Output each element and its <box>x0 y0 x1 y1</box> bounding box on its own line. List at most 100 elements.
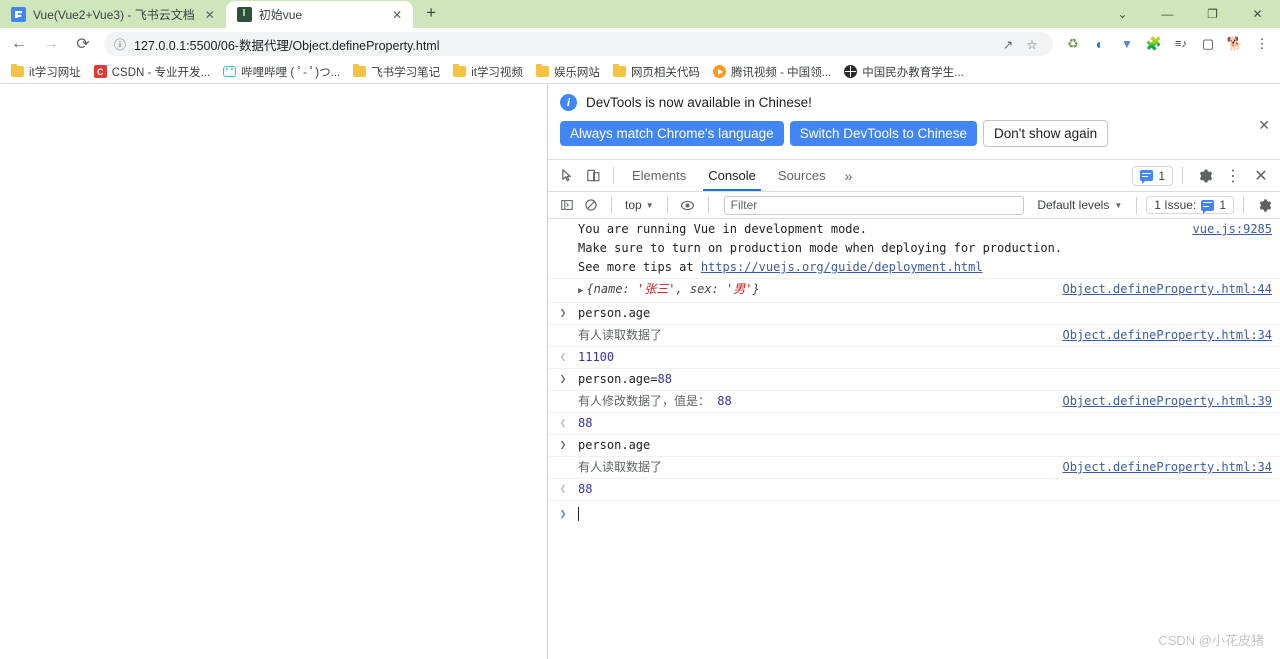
issues-count: 1 <box>1219 198 1226 212</box>
minimize-button[interactable]: — <box>1145 0 1190 28</box>
window-controls: ⌄ — ❐ ✕ <box>1100 0 1280 28</box>
tab-sources[interactable]: Sources <box>767 160 837 191</box>
execution-context-value: top <box>625 198 642 212</box>
reload-icon[interactable]: ⟳ <box>68 29 98 59</box>
close-window-button[interactable]: ✕ <box>1235 0 1280 28</box>
expand-triangle-icon[interactable]: ▶ <box>578 286 583 296</box>
console-source-link[interactable]: vue.js:9285 <box>1193 220 1272 239</box>
vue-deployment-link[interactable]: https://vuejs.org/guide/deployment.html <box>701 260 983 274</box>
console-row-output: ❮ 11100 <box>548 347 1280 369</box>
profile-avatar[interactable]: 🐕 <box>1223 32 1247 56</box>
devtools-close-icon[interactable]: ✕ <box>1248 163 1274 189</box>
sidepanel-icon[interactable]: ▢ <box>1196 32 1220 56</box>
console-row-vue-warning: You are running Vue in development mode.… <box>548 219 1280 279</box>
clear-console-icon[interactable] <box>580 194 602 216</box>
dont-show-again-button[interactable]: Don't show again <box>983 120 1109 147</box>
bookmark-item[interactable]: it学习网址 <box>6 62 86 82</box>
output-chevron-icon: ❮ <box>559 416 567 429</box>
bookmark-label: 哔哩哔哩 ( ﾟ- ﾟ)つ... <box>241 66 341 79</box>
bookmark-label: CSDN - 专业开发... <box>111 66 211 79</box>
bookmark-item[interactable]: 娱乐网站 <box>531 62 605 82</box>
bookmark-item[interactable]: 网页相关代码 <box>608 62 705 82</box>
console-source-link[interactable]: Object.defineProperty.html:39 <box>1062 392 1272 411</box>
filter-divider <box>1136 196 1138 214</box>
warn-line-3: See more tips at <box>578 260 701 274</box>
folder-icon <box>353 64 367 78</box>
log-levels-dropdown[interactable]: Default levels ▼ <box>1032 198 1127 212</box>
browser-tab-1-close-icon[interactable]: ✕ <box>202 7 218 23</box>
puzzle-extensions-icon[interactable]: 🧩 <box>1142 32 1166 56</box>
message-count-badge[interactable]: 1 <box>1132 165 1173 186</box>
console-prompt-row[interactable]: ❯ <box>548 501 1280 531</box>
bookmark-label: it学习视频 <box>471 66 523 79</box>
text-caret <box>578 507 579 521</box>
bookmark-star-icon[interactable]: ☆ <box>1021 33 1043 55</box>
v-extension-icon[interactable]: ▼ <box>1115 32 1139 56</box>
filter-divider <box>611 196 612 214</box>
always-match-language-button[interactable]: Always match Chrome's language <box>560 121 784 146</box>
site-info-icon[interactable]: ⓘ <box>114 36 126 53</box>
console-prompt-input[interactable] <box>578 505 1272 527</box>
chrome-menu-icon[interactable]: ⋮ <box>1250 32 1274 56</box>
maximize-button[interactable]: ❐ <box>1190 0 1235 28</box>
console-filter-input[interactable]: Filter <box>723 195 1025 215</box>
console-input-text: person.age <box>578 306 651 320</box>
banner-close-icon[interactable]: ✕ <box>1258 118 1270 132</box>
folder-icon <box>535 64 549 78</box>
devtools-tab-bar: Elements Console Sources » 1 ⋮ ✕ <box>548 160 1280 192</box>
bookmark-label: 娱乐网站 <box>553 66 600 79</box>
more-tabs-chevron-icon[interactable]: » <box>837 160 861 191</box>
console-output-value: 88 <box>578 482 593 496</box>
new-tab-button[interactable]: + <box>417 0 445 27</box>
console-input-expression: person.age= <box>578 372 658 386</box>
prompt-chevron-icon: ❯ <box>559 507 567 520</box>
recycle-extension-icon[interactable]: ♻ <box>1061 32 1085 56</box>
bookmark-item[interactable]: 哔哩哔哩 ( ﾟ- ﾟ)つ... <box>218 62 345 82</box>
playlist-icon[interactable]: ≡♪ <box>1169 32 1193 56</box>
live-expression-eye-icon[interactable] <box>677 194 699 216</box>
console-object-text[interactable]: ▶ {name: '张三', sex: '男'} <box>578 280 1048 301</box>
bookmark-item[interactable]: it学习视频 <box>448 62 528 82</box>
browser-tab-1[interactable]: Vue(Vue2+Vue3) - 飞书云文档 ✕ <box>0 1 226 28</box>
inspect-element-icon[interactable] <box>554 163 580 189</box>
address-bar[interactable]: ⓘ 127.0.0.1:5500/06-数据代理/Object.definePr… <box>104 32 1053 56</box>
bookmark-item[interactable]: 中国民办教育学生... <box>839 62 969 82</box>
console-row-log: 有人读取数据了 Object.defineProperty.html:34 <box>548 325 1280 347</box>
tab-elements[interactable]: Elements <box>621 160 697 191</box>
tab-search-chevron-down-icon[interactable]: ⌄ <box>1100 0 1145 28</box>
bookmark-item[interactable]: C CSDN - 专业开发... <box>89 62 215 82</box>
browser-tab-2-close-icon[interactable]: ✕ <box>389 7 405 23</box>
bilibili-icon <box>223 65 237 78</box>
message-count-value: 1 <box>1158 168 1165 183</box>
devtools-kebab-menu-icon[interactable]: ⋮ <box>1220 163 1246 189</box>
console-input-text: person.age <box>578 438 651 452</box>
back-icon[interactable]: ← <box>4 29 34 59</box>
device-toolbar-icon[interactable] <box>580 163 606 189</box>
info-icon: i <box>560 94 577 111</box>
share-icon[interactable]: ↗ <box>997 33 1019 55</box>
folder-icon <box>11 64 24 78</box>
console-log-text: 有人修改数据了，值是： 88 <box>578 392 1048 411</box>
console-input-number: 88 <box>657 372 672 386</box>
bookmark-item[interactable]: 飞书学习笔记 <box>348 62 445 82</box>
console-source-link[interactable]: Object.defineProperty.html:34 <box>1062 326 1272 345</box>
console-source-link[interactable]: Object.defineProperty.html:34 <box>1062 458 1272 477</box>
console-settings-gear-icon[interactable] <box>1253 194 1275 216</box>
row-gutter <box>548 458 578 477</box>
live-server-favicon <box>236 7 252 22</box>
switch-devtools-language-button[interactable]: Switch DevTools to Chinese <box>789 121 978 146</box>
browser-tab-2[interactable]: 初始vue ✕ <box>225 1 414 28</box>
chevron-down-icon: ▼ <box>1114 200 1123 210</box>
console-source-link[interactable]: Object.defineProperty.html:44 <box>1062 280 1272 299</box>
tab-console[interactable]: Console <box>697 160 767 191</box>
issues-badge[interactable]: 1 Issue: 1 <box>1146 196 1234 214</box>
bookmark-item[interactable]: 腾讯视频 - 中国领... <box>708 62 836 82</box>
opera-extension-icon[interactable]: ◐ <box>1088 32 1112 56</box>
console-sidebar-icon[interactable] <box>556 194 578 216</box>
execution-context-dropdown[interactable]: top ▼ <box>621 198 658 212</box>
console-filter-placeholder: Filter <box>730 198 758 212</box>
forward-icon[interactable]: → <box>36 29 66 59</box>
console-log-area[interactable]: You are running Vue in development mode.… <box>548 219 1280 659</box>
gear-icon[interactable] <box>1192 163 1218 189</box>
speech-bubble-icon <box>1140 170 1154 184</box>
